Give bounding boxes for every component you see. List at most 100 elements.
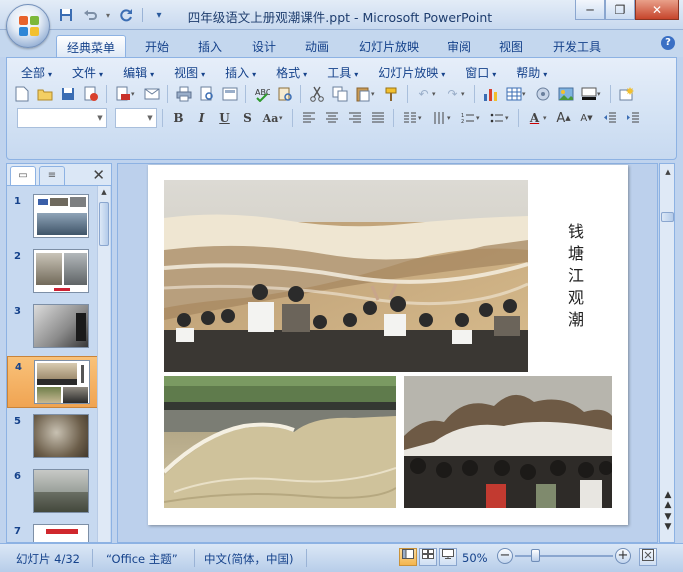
attach-icon[interactable] (141, 84, 162, 104)
menu-slideshow[interactable]: 幻灯片放映 ▾ (368, 62, 455, 83)
columns-icon[interactable] (399, 108, 420, 128)
zoom-slider[interactable] (515, 555, 613, 557)
close-button[interactable]: ✕ (635, 0, 679, 20)
numbering-icon[interactable]: 12 (457, 108, 478, 128)
slide-color-icon[interactable] (578, 84, 599, 104)
tab-classic-menu[interactable]: 经典菜单 (56, 35, 126, 57)
zoom-out-button[interactable]: − (497, 548, 513, 564)
font-color-button[interactable]: A (524, 108, 545, 128)
font-size-select[interactable]: ▼ (115, 108, 157, 128)
menu-edit[interactable]: 编辑 ▾ (113, 62, 164, 83)
slides-tab[interactable]: ▭ (10, 166, 36, 185)
chevron-down-icon[interactable]: ▾ (505, 114, 513, 122)
chevron-down-icon[interactable]: ▾ (522, 90, 530, 98)
shrink-font-icon[interactable]: A ▼ (576, 108, 597, 128)
change-case-button[interactable]: Aa (260, 108, 281, 128)
align-left-icon[interactable] (298, 108, 319, 128)
text-direction-icon[interactable] (428, 108, 449, 128)
slide-layout-icon[interactable] (219, 84, 240, 104)
tab-insert[interactable]: 插入 (189, 35, 231, 57)
grow-font-icon[interactable]: A ▲ (553, 108, 574, 128)
menu-file[interactable]: 文件 ▾ (62, 62, 113, 83)
redo-icon[interactable] (116, 6, 136, 24)
zoom-slider-handle[interactable] (531, 549, 540, 562)
chevron-down-icon[interactable]: ▾ (543, 114, 551, 122)
photo-crowd-watching-tide[interactable] (164, 180, 528, 372)
menu-help[interactable]: 帮助 ▾ (506, 62, 557, 83)
export-pdf-icon[interactable] (112, 84, 133, 104)
thumbnail-slide-2[interactable]: 2 (7, 246, 99, 298)
scrollbar-thumb[interactable] (661, 212, 674, 222)
chevron-down-icon[interactable]: ▾ (447, 114, 455, 122)
tab-developer[interactable]: 开发工具 (544, 35, 610, 57)
tab-view[interactable]: 视图 (490, 35, 532, 57)
align-center-icon[interactable] (321, 108, 342, 128)
office-button[interactable] (6, 4, 50, 48)
justify-icon[interactable] (367, 108, 388, 128)
print-preview-icon[interactable] (196, 84, 217, 104)
close-icon[interactable]: ✕ (92, 166, 105, 184)
photo-tide-splash[interactable] (404, 376, 612, 508)
chevron-down-icon[interactable]: ▾ (476, 114, 484, 122)
thumbnail-slide-4[interactable]: 4 (7, 356, 99, 408)
tab-design[interactable]: 设计 (243, 35, 285, 57)
copy-icon[interactable] (329, 84, 350, 104)
zoom-in-button[interactable]: + (615, 548, 631, 564)
save-icon[interactable] (57, 84, 78, 104)
undo-icon[interactable]: ↶ (413, 84, 434, 104)
undo-dropdown-icon[interactable]: ▾ (104, 6, 112, 24)
redo-icon[interactable]: ↷ (442, 84, 463, 104)
menu-view[interactable]: 视图 ▾ (164, 62, 215, 83)
chevron-down-icon[interactable]: ▾ (371, 90, 379, 98)
bullets-icon[interactable] (486, 108, 507, 128)
clip-art-icon[interactable] (532, 84, 553, 104)
new-slide-icon[interactable] (616, 84, 637, 104)
chevron-down-icon[interactable]: ▾ (461, 90, 469, 98)
previous-slide-icon[interactable]: ▲ ▲ (662, 490, 674, 510)
chevron-down-icon[interactable]: ▾ (418, 114, 426, 122)
minimize-button[interactable]: ─ (575, 0, 605, 20)
slideshow-view-button[interactable] (439, 548, 457, 566)
insert-table-icon[interactable] (503, 84, 524, 104)
decrease-indent-icon[interactable] (599, 108, 620, 128)
new-icon[interactable] (11, 84, 32, 104)
tab-slideshow[interactable]: 幻灯片放映 (350, 35, 428, 57)
theme-name[interactable]: “Office 主题” (106, 551, 178, 567)
chevron-down-icon[interactable]: ▾ (432, 90, 440, 98)
menu-all[interactable]: 全部 ▾ (11, 62, 62, 83)
fit-to-window-button[interactable] (639, 548, 657, 566)
menu-format[interactable]: 格式 ▾ (266, 62, 317, 83)
tab-animations[interactable]: 动画 (296, 35, 338, 57)
open-icon[interactable] (34, 84, 55, 104)
insert-chart-icon[interactable] (480, 84, 501, 104)
thumbnail-slide-7[interactable]: 7 (7, 521, 99, 542)
thumbnail-slide-5[interactable]: 5 (7, 411, 99, 463)
thumbnail-slide-1[interactable]: 1 (7, 191, 99, 243)
save-icon[interactable] (56, 6, 76, 24)
menu-insert[interactable]: 插入 ▾ (215, 62, 266, 83)
font-name-select[interactable]: ▼ (17, 108, 107, 128)
slide-sorter-button[interactable] (419, 548, 437, 566)
menu-window[interactable]: 窗口 ▾ (455, 62, 506, 83)
chevron-down-icon[interactable]: ▾ (597, 90, 605, 98)
menu-tools[interactable]: 工具 ▾ (317, 62, 368, 83)
zoom-level[interactable]: 50% (462, 551, 488, 565)
bold-button[interactable]: B (168, 108, 189, 128)
scrollbar-thumb[interactable] (99, 202, 109, 246)
scroll-up-icon[interactable]: ▲ (662, 166, 674, 178)
editor-scrollbar[interactable]: ▲ ▲ ▲ ▼ ▼ (659, 163, 675, 543)
current-slide[interactable]: 钱 塘 江 观 潮 (148, 165, 628, 525)
chevron-down-icon[interactable]: ▾ (279, 114, 287, 122)
tab-home[interactable]: 开始 (136, 35, 178, 57)
print-icon[interactable] (173, 84, 194, 104)
photo-tidal-wave-wall[interactable] (164, 376, 396, 508)
help-icon[interactable]: ? (661, 36, 675, 50)
format-painter-icon[interactable] (381, 84, 402, 104)
underline-button[interactable]: U (214, 108, 235, 128)
thumbnail-slide-6[interactable]: 6 (7, 466, 99, 518)
next-slide-icon[interactable]: ▼ ▼ (662, 512, 674, 532)
thumbnails-scrollbar[interactable]: ▲ (97, 186, 110, 542)
permission-icon[interactable] (80, 84, 101, 104)
scroll-up-icon[interactable]: ▲ (98, 186, 110, 198)
cut-icon[interactable] (306, 84, 327, 104)
